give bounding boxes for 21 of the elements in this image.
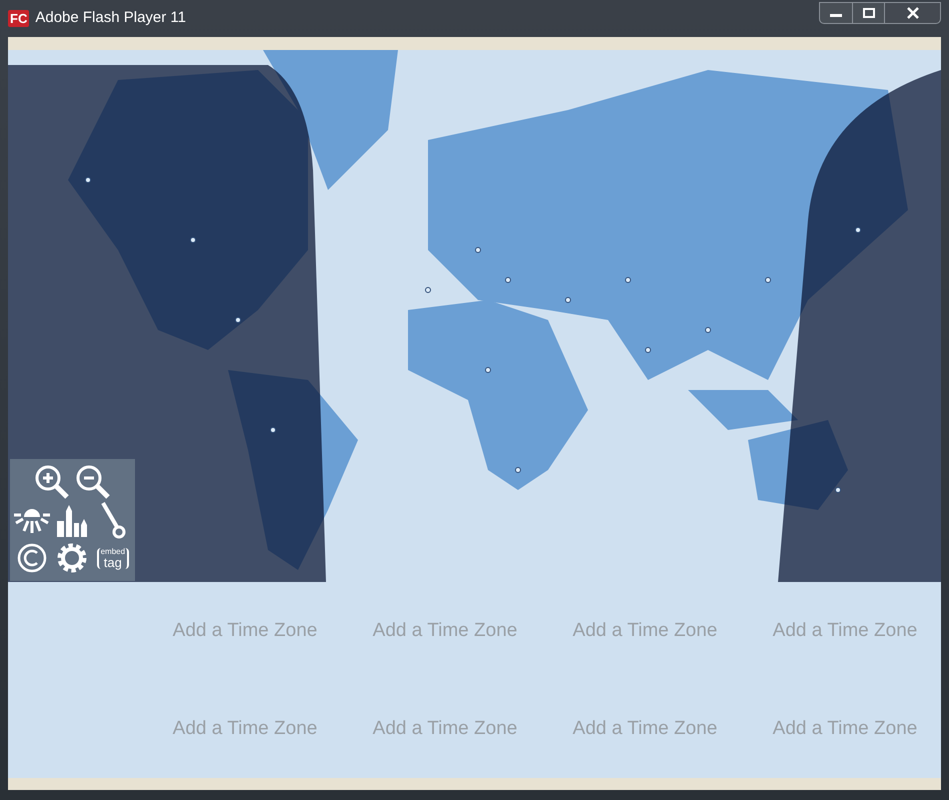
add-time-zone-link[interactable]: Add a Time Zone [745, 616, 945, 646]
maximize-button[interactable] [852, 3, 884, 23]
add-time-zone-link[interactable]: Add a Time Zone [145, 714, 345, 744]
embed-tag-button[interactable]: embed tag [96, 548, 129, 569]
add-time-zone-link[interactable]: Add a Time Zone [345, 616, 545, 646]
app-logo: FC [8, 10, 30, 27]
buildings-icon [55, 502, 90, 537]
zoom-in-icon [34, 464, 70, 500]
pushpin-icon [98, 500, 127, 539]
close-icon [906, 7, 918, 19]
window-title: Adobe Flash Player 11 [35, 8, 186, 28]
minimize-button[interactable] [820, 3, 852, 23]
add-time-zone-link[interactable]: Add a Time Zone [345, 714, 545, 744]
zoom-out-icon [74, 464, 111, 500]
add-time-zone-link[interactable]: Add a Time Zone [145, 616, 345, 646]
add-time-zone-link[interactable]: Add a Time Zone [545, 714, 745, 744]
copyright-icon [16, 542, 48, 574]
add-time-zone-link[interactable]: Add a Time Zone [545, 616, 745, 646]
maximize-icon [862, 8, 874, 18]
close-button[interactable] [884, 3, 940, 23]
add-time-zone-link[interactable]: Add a Time Zone [745, 714, 945, 744]
